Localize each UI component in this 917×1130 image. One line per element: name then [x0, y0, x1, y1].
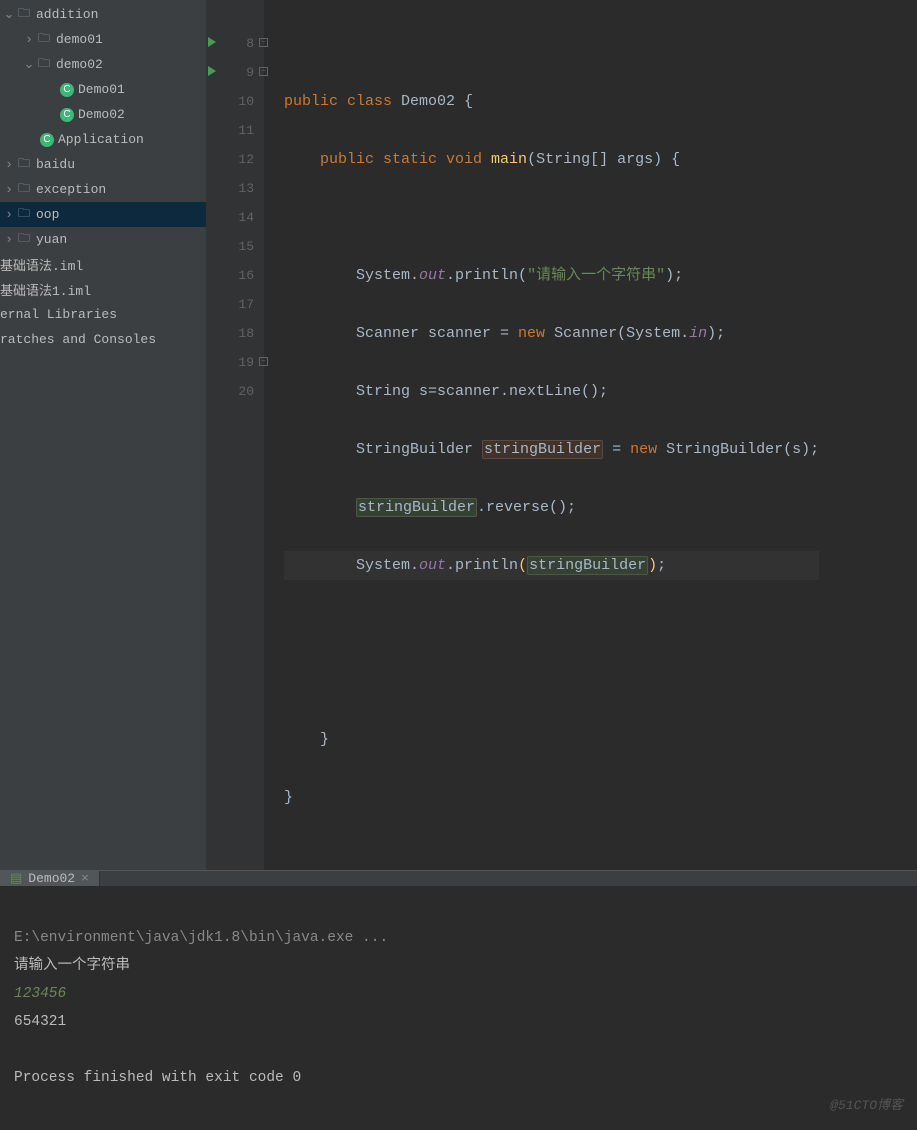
close-icon[interactable]: × [81, 871, 89, 886]
class-icon: C [60, 108, 74, 122]
console-exit: Process finished with exit code 0 [14, 1070, 301, 1086]
console-output: 654321 [14, 1014, 66, 1030]
class-icon: C [60, 83, 74, 97]
tree-label: Demo01 [78, 82, 125, 97]
tree-folder-addition[interactable]: ⌄ 🗀 addition [0, 2, 206, 27]
tree-external-libraries[interactable]: ernal Libraries [0, 302, 206, 327]
folder-icon: 🗀 [16, 182, 32, 198]
tree-class-demo01[interactable]: C Demo01 [0, 77, 206, 102]
tree-label: baidu [36, 157, 75, 172]
run-icon[interactable] [208, 66, 216, 76]
console-tab-demo02[interactable]: ▤ Demo02 × [0, 871, 100, 886]
project-tree[interactable]: ⌄ 🗀 addition › 🗀 demo01 ⌄ 🗀 demo02 C Dem… [0, 0, 206, 870]
tree-label: ernal Libraries [0, 307, 117, 322]
chevron-down-icon: ⌄ [2, 7, 16, 22]
run-console[interactable]: E:\environment\java\jdk1.8\bin\java.exe … [0, 886, 917, 1130]
chevron-down-icon: ⌄ [22, 57, 36, 72]
console-command: E:\environment\java\jdk1.8\bin\java.exe … [14, 930, 388, 946]
chevron-right-icon: › [2, 182, 16, 197]
folder-icon: 🗀 [16, 157, 32, 173]
tree-label: oop [36, 207, 59, 222]
tree-label: addition [36, 7, 98, 22]
tree-folder-oop[interactable]: › 🗀 oop [0, 202, 206, 227]
tree-folder-yuan[interactable]: › 🗀 yuan [0, 227, 206, 252]
chevron-right-icon: › [2, 232, 16, 247]
tree-folder-exception[interactable]: › 🗀 exception [0, 177, 206, 202]
tree-label: yuan [36, 232, 67, 247]
folder-icon: 🗀 [16, 7, 32, 23]
tree-folder-demo02[interactable]: ⌄ 🗀 demo02 [0, 52, 206, 77]
tree-scratches[interactable]: ratches and Consoles [0, 327, 206, 352]
fold-icon[interactable]: − [259, 67, 268, 76]
file-icon: ▤ [10, 871, 22, 886]
tree-folder-baidu[interactable]: › 🗀 baidu [0, 152, 206, 177]
tree-class-application[interactable]: C Application [0, 127, 206, 152]
code-content[interactable]: public class Demo02 { public static void… [264, 0, 819, 870]
tree-label: demo01 [56, 32, 103, 47]
watermark: @51CTO博客 [830, 1092, 903, 1120]
run-icon[interactable] [208, 37, 216, 47]
folder-icon: 🗀 [16, 232, 32, 248]
line-gutter: −8 −9 10 11 12 13 14 15 16 17 18 −19 20 [206, 0, 264, 870]
chevron-right-icon: › [2, 207, 16, 222]
console-user-input: 123456 [14, 986, 66, 1002]
console-tab-label: Demo02 [28, 871, 75, 886]
folder-icon: 🗀 [36, 57, 52, 73]
tree-label: Demo02 [78, 107, 125, 122]
code-editor[interactable]: −8 −9 10 11 12 13 14 15 16 17 18 −19 20 … [206, 0, 917, 870]
tree-file-iml2[interactable]: 基础语法1.iml [0, 277, 206, 302]
tree-label: demo02 [56, 57, 103, 72]
tree-class-demo02[interactable]: C Demo02 [0, 102, 206, 127]
fold-icon[interactable]: − [259, 38, 268, 47]
tree-folder-demo01[interactable]: › 🗀 demo01 [0, 27, 206, 52]
tree-label: 基础语法1.iml [0, 280, 91, 299]
chevron-right-icon: › [22, 32, 36, 47]
folder-icon: 🗀 [16, 207, 32, 223]
tree-file-iml1[interactable]: 基础语法.iml [0, 252, 206, 277]
tree-label: 基础语法.iml [0, 255, 83, 274]
tree-label: ratches and Consoles [0, 332, 156, 347]
console-line: 请输入一个字符串 [14, 958, 130, 974]
class-icon: C [40, 133, 54, 147]
fold-icon[interactable]: − [259, 357, 268, 366]
tree-label: exception [36, 182, 106, 197]
tree-label: Application [58, 132, 144, 147]
folder-icon: 🗀 [36, 32, 52, 48]
chevron-right-icon: › [2, 157, 16, 172]
console-tab-bar: ▤ Demo02 × [0, 870, 917, 886]
